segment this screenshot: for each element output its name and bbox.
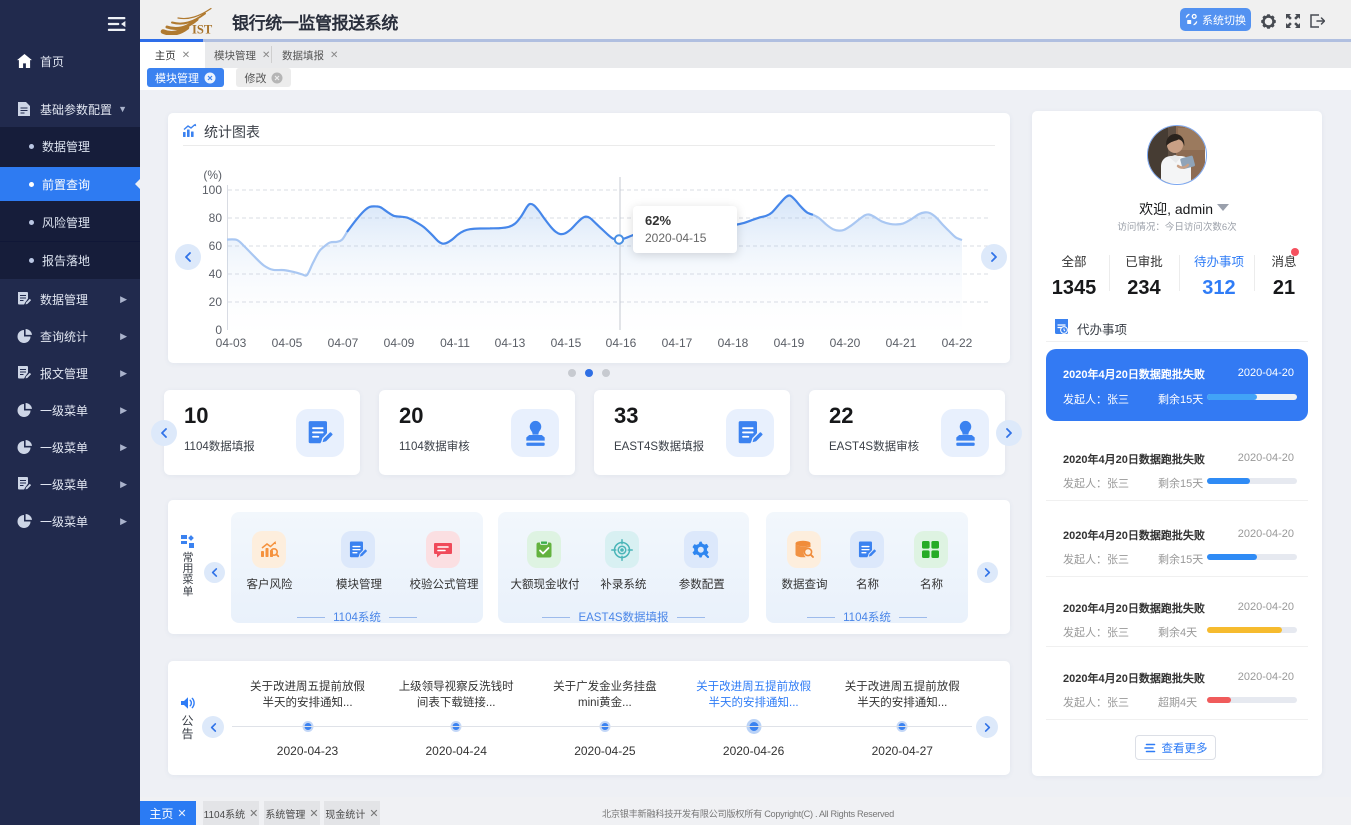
svg-text:04-09: 04-09 (384, 336, 415, 350)
svg-text:(%): (%) (203, 168, 222, 182)
svg-text:04-03: 04-03 (216, 336, 247, 350)
svg-text:04-05: 04-05 (272, 336, 303, 350)
svg-text:100: 100 (202, 183, 222, 197)
svg-text:80: 80 (209, 211, 223, 225)
svg-text:0: 0 (215, 323, 222, 337)
svg-text:04-20: 04-20 (830, 336, 861, 350)
svg-text:04-22: 04-22 (942, 336, 973, 350)
svg-text:04-16: 04-16 (606, 336, 637, 350)
svg-text:04-17: 04-17 (662, 336, 693, 350)
svg-text:04-15: 04-15 (551, 336, 582, 350)
svg-text:04-13: 04-13 (495, 336, 526, 350)
svg-text:04-21: 04-21 (886, 336, 917, 350)
svg-text:04-07: 04-07 (328, 336, 359, 350)
svg-text:04-19: 04-19 (774, 336, 805, 350)
svg-text:IST: IST (192, 23, 213, 36)
svg-text:60: 60 (209, 239, 223, 253)
svg-text:20: 20 (209, 295, 223, 309)
svg-text:04-18: 04-18 (718, 336, 749, 350)
svg-text:40: 40 (209, 267, 223, 281)
svg-text:04-11: 04-11 (440, 336, 470, 350)
